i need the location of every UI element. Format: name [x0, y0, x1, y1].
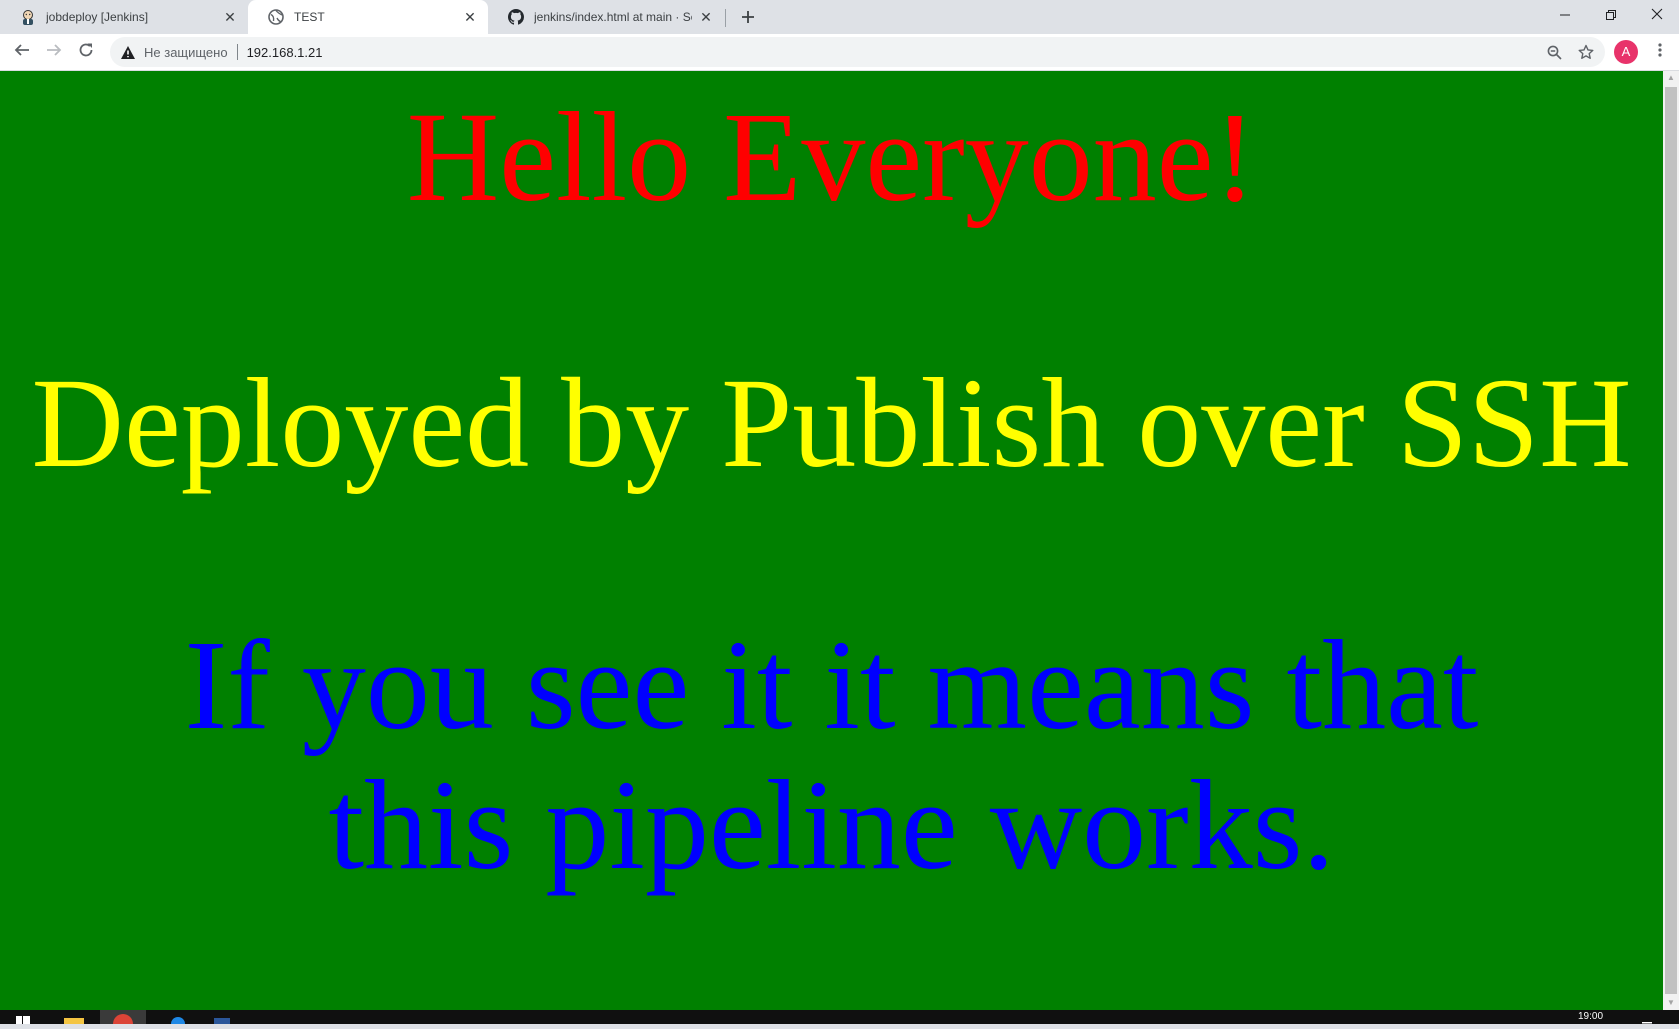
arrow-left-icon — [14, 42, 30, 63]
clock-time[interactable]: 19:00 — [1578, 1010, 1603, 1024]
deployed-heading: Deployed by Publish over SSH — [31, 352, 1632, 494]
close-icon[interactable]: ✕ — [698, 9, 714, 25]
tab-title: TEST — [294, 10, 325, 24]
notification-icon[interactable] — [1640, 1010, 1654, 1024]
profile-avatar[interactable]: A — [1614, 40, 1638, 64]
minimize-button[interactable] — [1542, 0, 1588, 30]
url-text[interactable]: 192.168.1.21 — [247, 45, 323, 60]
scrollbar-thumb[interactable] — [1665, 87, 1677, 994]
warning-triangle-icon[interactable] — [120, 44, 136, 60]
browser-toolbar: Не защищено 192.168.1.21 A — [0, 34, 1679, 71]
scroll-down-arrow-icon[interactable]: ▼ — [1663, 996, 1679, 1010]
os-taskbar: 19:00 — [0, 1010, 1679, 1029]
close-window-button[interactable] — [1634, 0, 1679, 30]
restore-icon — [1606, 7, 1616, 23]
bookmark-star-icon[interactable] — [1572, 37, 1600, 67]
reload-icon — [78, 42, 94, 63]
kebab-menu-icon — [1658, 42, 1662, 63]
chrome-taskbar-icon[interactable] — [100, 1010, 146, 1029]
file-explorer-icon[interactable] — [62, 1010, 86, 1024]
forward-button[interactable] — [40, 38, 68, 66]
edge-icon[interactable] — [166, 1010, 190, 1029]
plus-icon — [741, 4, 755, 30]
github-icon — [508, 9, 524, 25]
minimize-icon — [1560, 7, 1570, 23]
tab-title: jenkins/index.html at main · Secre — [534, 10, 692, 24]
tab-jobdeploy-jenkins[interactable]: jobdeploy [Jenkins] ✕ — [0, 0, 248, 34]
security-status-label[interactable]: Не защищено — [144, 45, 228, 60]
arrow-right-icon — [46, 42, 62, 63]
tab-separator — [725, 9, 726, 27]
address-bar[interactable]: Не защищено 192.168.1.21 — [110, 37, 1605, 67]
windows-start-icon[interactable] — [14, 1010, 32, 1024]
zoom-icon[interactable] — [1540, 37, 1568, 67]
globe-icon — [268, 9, 284, 25]
tab-test[interactable]: TEST ✕ — [248, 0, 488, 34]
tab-title: jobdeploy [Jenkins] — [46, 10, 149, 24]
close-icon[interactable]: ✕ — [462, 9, 478, 25]
page-viewport: Hello Everyone! Deployed by Publish over… — [0, 71, 1663, 1010]
pipeline-works-heading: If you see it it means that this pipelin… — [184, 614, 1479, 896]
new-tab-button[interactable] — [736, 5, 760, 29]
omnibox-divider — [236, 44, 238, 60]
word-icon[interactable] — [210, 1010, 234, 1024]
reload-button[interactable] — [72, 38, 100, 66]
tab-github-jenkins-index[interactable]: jenkins/index.html at main · Secre ✕ — [488, 0, 724, 34]
back-button[interactable] — [8, 38, 36, 66]
browser-menu-button[interactable] — [1648, 38, 1672, 66]
jenkins-butler-icon — [20, 9, 36, 25]
close-icon — [1651, 7, 1663, 23]
hello-heading: Hello Everyone! — [406, 86, 1257, 228]
vertical-scrollbar[interactable]: ▲ ▼ — [1663, 71, 1679, 1010]
restore-button[interactable] — [1588, 0, 1634, 30]
close-icon[interactable]: ✕ — [222, 9, 238, 25]
tab-strip: jobdeploy [Jenkins] ✕ TEST ✕ jenkins/ind… — [0, 0, 1679, 34]
scroll-up-arrow-icon[interactable]: ▲ — [1663, 71, 1679, 85]
